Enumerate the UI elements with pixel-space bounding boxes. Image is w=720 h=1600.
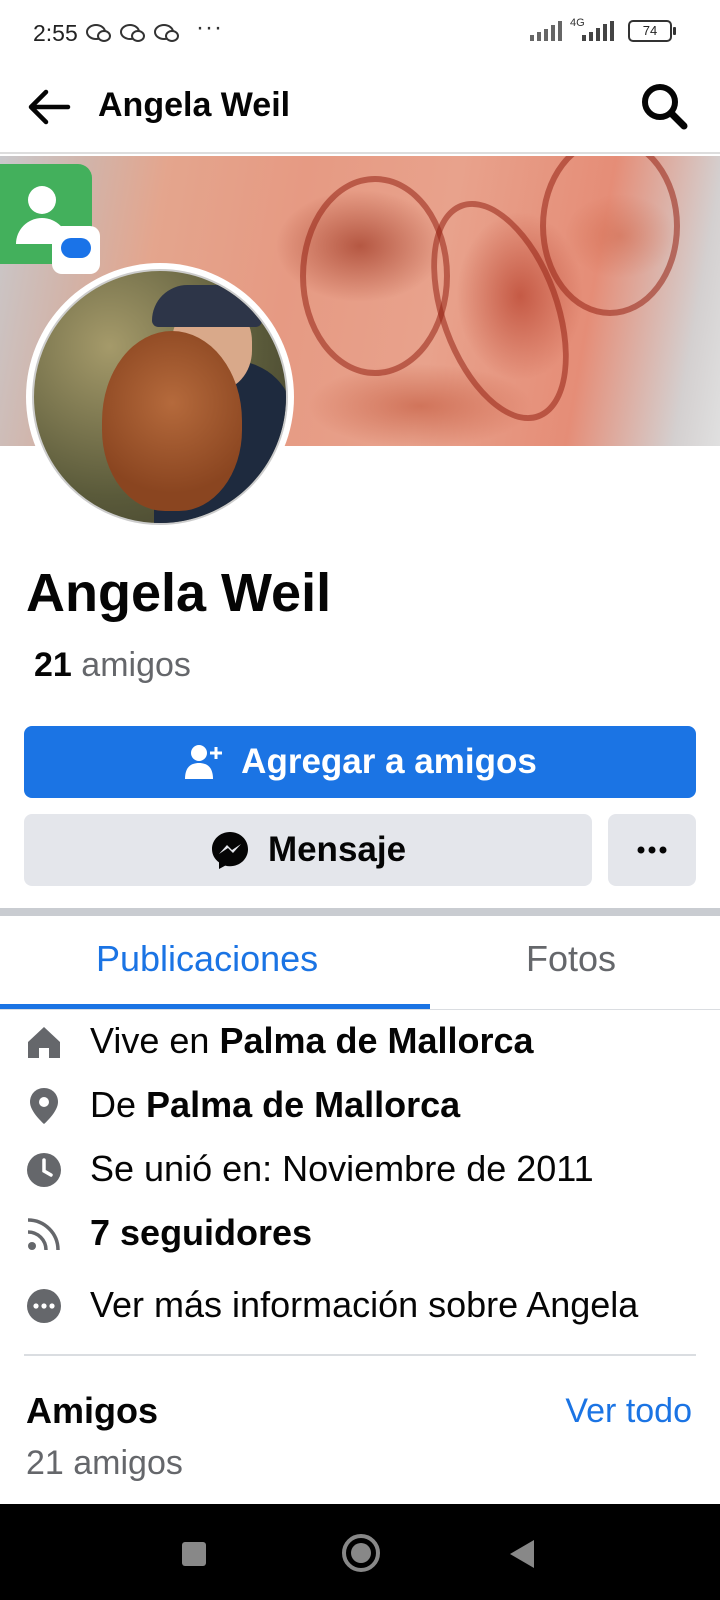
active-tab-indicator [0,1004,430,1009]
detail-text: Se unió en: Noviembre de 2011 [90,1148,594,1189]
list-divider [24,1354,696,1356]
from-city-link[interactable]: Palma de Mallorca [146,1084,460,1125]
messenger-icon [211,832,248,869]
add-friend-button[interactable]: Agregar a amigos [24,726,696,798]
followers-count: 7 seguidores [90,1212,313,1253]
cover-painting-stroke [540,156,680,316]
tab-publicaciones[interactable]: Publicaciones [96,938,318,980]
search-icon[interactable] [638,80,690,132]
more-dots-icon [637,846,667,854]
section-divider [0,908,720,916]
detail-followers[interactable]: 7 seguidores [0,1206,720,1266]
tab-fotos[interactable]: Fotos [526,938,616,980]
floating-contact-icon[interactable] [0,164,100,274]
avatar-dog [102,331,242,511]
back-arrow-icon[interactable] [24,82,74,132]
avatar-photo [32,269,288,525]
rss-feed-icon [27,1218,60,1251]
add-person-icon [185,745,223,779]
more-notifications-icon: ··· [196,14,223,41]
detail-from: De Palma de Mallorca [0,1078,720,1138]
lives-city-link[interactable]: Palma de Mallorca [219,1020,533,1061]
see-all-friends-link[interactable]: Ver todo [565,1392,692,1431]
contact-head-shape [28,186,56,214]
recent-apps-icon[interactable] [182,1542,206,1566]
network-type: 4G [570,17,585,29]
clock-icon [27,1153,61,1187]
cover-painting-stroke [300,176,450,376]
status-time: 2:55 [33,20,78,46]
profile-tabs: Publicaciones Fotos [0,916,720,1010]
status-bar: 2:55 ··· 4G 74 [0,0,720,70]
home-icon [28,1027,60,1058]
add-friend-label: Agregar a amigos [241,742,537,781]
home-button-icon[interactable] [342,1534,380,1572]
app-bar: Angela Weil [0,70,720,154]
status-indicators: 4G 74 [530,17,676,42]
avatar-cap [152,285,262,327]
detail-text: De Palma de Mallorca [90,1084,461,1125]
detail-more-info[interactable]: Ver más información sobre Angela [0,1278,720,1338]
wechat-notification-icon [154,24,179,42]
location-pin-icon [30,1088,58,1124]
friends-section-count: 21 amigos [26,1444,183,1482]
detail-text: Vive en Palma de Mallorca [90,1020,534,1061]
message-button[interactable]: Mensaje [24,814,592,886]
system-nav-bar [0,1504,720,1600]
more-options-button[interactable] [608,814,696,886]
back-triangle-icon[interactable] [510,1540,534,1568]
profile-name: Angela Weil [26,563,332,623]
chat-bubble-icon [52,226,100,274]
friends-label: amigos [81,646,191,684]
page-title: Angela Weil [98,86,291,124]
detail-joined: Se unió en: Noviembre de 2011 [0,1142,720,1202]
message-label: Mensaje [267,830,407,869]
more-info-text: Ver más información sobre Angela [90,1284,639,1325]
notification-icons [86,22,180,44]
signal-icon [530,21,562,41]
wechat-notification-icon [120,24,145,42]
battery-icon: 74 [628,20,676,42]
detail-lives-in: Vive en Palma de Mallorca [0,1014,720,1074]
friends-section-title: Amigos [26,1390,159,1431]
more-info-icon [27,1289,61,1323]
friends-count: 21 [34,646,72,684]
friends-count-line[interactable]: 21 amigos [34,646,191,685]
wechat-notification-icon [86,24,111,42]
signal-4g: 4G [570,17,614,41]
profile-avatar[interactable] [26,263,294,531]
